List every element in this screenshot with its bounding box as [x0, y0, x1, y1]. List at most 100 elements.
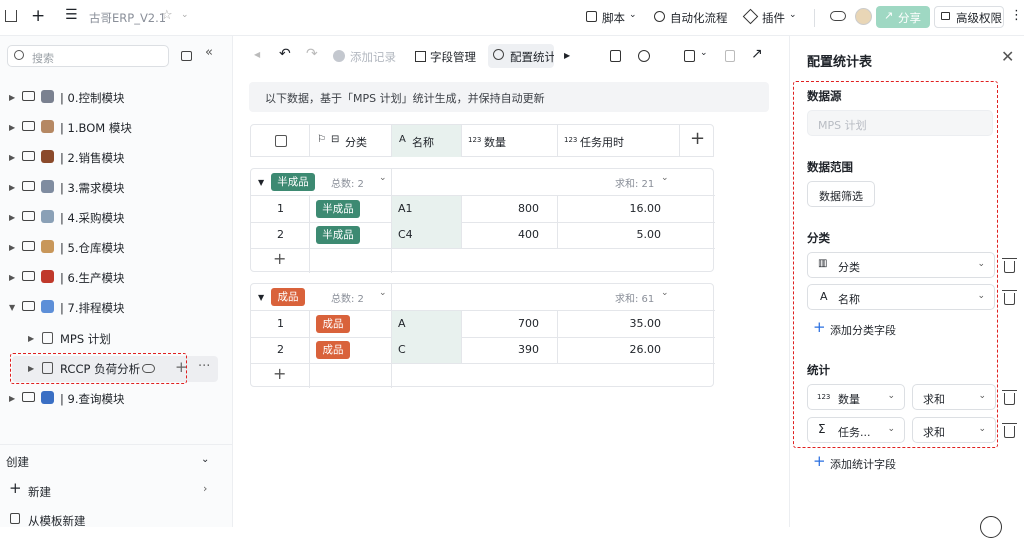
aggregation-select[interactable]: 求和 ⌄ [912, 417, 996, 443]
chevron-down-icon[interactable]: ⌄ [379, 173, 387, 183]
automation-button[interactable]: 自动化流程 [670, 10, 728, 26]
chevron-down-icon[interactable]: ⌄ [379, 288, 387, 298]
sidebar-item[interactable]: ▶ | 9.查询模块 [0, 386, 233, 412]
close-icon[interactable]: ✕ [1001, 47, 1014, 66]
task-time-cell[interactable]: 35.00 [630, 317, 662, 330]
caret-right-icon[interactable]: ▶ [9, 273, 15, 282]
export-icon[interactable] [684, 50, 695, 62]
script-menu[interactable]: 脚本 [602, 10, 625, 26]
group-field-select[interactable]: A 名称 ⌄ [807, 284, 995, 310]
chevron-down-icon[interactable]: ⌄ [661, 173, 669, 183]
category-tag[interactable]: 半成品 [316, 226, 360, 244]
scroll-left-icon[interactable]: ◀ [254, 50, 260, 59]
sidebar-subitem-mps[interactable]: ▶ MPS 计划 [0, 326, 233, 352]
name-cell[interactable]: A [398, 317, 406, 330]
task-time-cell[interactable]: 5.00 [637, 228, 662, 241]
config-panel: 配置统计表 ✕ 数据源 MPS 计划 数据范围 数据筛选 分类 ▥ 分类 ⌄ A… [789, 36, 1024, 538]
add-stat-field-button[interactable]: 添加统计字段 [830, 456, 896, 472]
more-icon[interactable]: ⋮ [1010, 8, 1023, 23]
collapse-panel-icon[interactable] [181, 51, 192, 61]
new-button[interactable]: 新建 [28, 484, 51, 500]
add-icon[interactable]: + [31, 6, 45, 26]
add-row-icon[interactable]: + [273, 364, 286, 383]
quantity-cell[interactable]: 400 [518, 228, 539, 241]
category-tag[interactable]: 成品 [316, 315, 350, 333]
chevron-down-icon[interactable]: ⌄ [181, 10, 189, 20]
caret-right-icon[interactable]: ▶ [9, 123, 15, 132]
name-cell[interactable]: C4 [398, 228, 413, 241]
chevron-down-icon[interactable]: ⌄ [700, 48, 708, 58]
caret-down-icon[interactable]: ▼ [258, 178, 264, 187]
more-icon[interactable]: ··· [198, 359, 210, 374]
cloud-icon[interactable] [830, 11, 846, 21]
sidebar-item[interactable]: ▶ | 6.生产模块 [0, 265, 233, 291]
chevron-right-icon[interactable]: › [203, 482, 207, 495]
collapse-sidebar-icon[interactable]: « [205, 45, 213, 60]
chevron-down-icon[interactable]: ⌄ [661, 288, 669, 298]
sidebar-item[interactable]: ▶ | 4.采购模块 [0, 205, 233, 231]
plugins-menu[interactable]: 插件 [762, 10, 785, 26]
sidebar-item[interactable]: ▼ | 7.排程模块 [0, 295, 233, 321]
chevron-down-icon[interactable]: ⌄ [201, 454, 209, 465]
quantity-cell[interactable]: 800 [518, 202, 539, 215]
sidebar-item[interactable]: ▶ | 2.销售模块 [0, 145, 233, 171]
search-input[interactable]: 搜索 [7, 45, 169, 67]
sidebar-item[interactable]: ▶ | 0.控制模块 [0, 85, 233, 111]
caret-right-icon[interactable]: ▶ [9, 394, 15, 403]
header-quantity[interactable]: 数量 [484, 134, 506, 150]
task-time-cell[interactable]: 26.00 [630, 343, 662, 356]
share-out-icon[interactable]: ↗ [751, 46, 763, 62]
header-category[interactable]: 分类 [345, 134, 367, 150]
table-header: ⚐ ⊟ 分类 A 名称 123 数量 123 任务用时 + [250, 124, 714, 157]
add-record-button[interactable]: 添加记录 [350, 49, 396, 65]
add-row-icon[interactable]: + [273, 249, 286, 268]
redo-icon[interactable]: ↷ [306, 46, 318, 62]
add-field-icon[interactable]: + [690, 128, 705, 149]
field-manage-button[interactable]: 字段管理 [430, 49, 476, 65]
caret-down-icon[interactable]: ▼ [9, 303, 15, 312]
header-task-time[interactable]: 任务用时 [580, 134, 624, 150]
category-tag[interactable]: 半成品 [316, 200, 360, 218]
source-select: MPS 计划 [807, 110, 993, 136]
name-cell[interactable]: C [398, 343, 406, 356]
home-icon[interactable] [5, 10, 17, 22]
header-name[interactable]: 名称 [412, 134, 434, 150]
config-stats-button[interactable]: 配置统计 [488, 44, 554, 68]
menu-icon[interactable]: ☰ [65, 7, 78, 23]
category-tag[interactable]: 成品 [316, 341, 350, 359]
clipboard-icon[interactable] [725, 50, 735, 62]
aggregation-select[interactable]: 求和 ⌄ [912, 384, 996, 410]
gear-icon [41, 90, 54, 103]
quantity-cell[interactable]: 390 [518, 343, 539, 356]
sidebar-item[interactable]: ▶ | 1.BOM 模块 [0, 115, 233, 141]
stat-field-select[interactable]: 123 数量 ⌄ [807, 384, 905, 410]
help-icon[interactable] [980, 516, 1002, 538]
trash-icon[interactable] [1002, 423, 1017, 438]
stat-field-select[interactable]: Σ 任务... ⌄ [807, 417, 905, 443]
group-field-select[interactable]: ▥ 分类 ⌄ [807, 252, 995, 278]
caret-right-icon[interactable]: ▶ [9, 243, 15, 252]
add-group-field-button[interactable]: 添加分类字段 [830, 322, 896, 338]
scroll-right-icon[interactable]: ▶ [564, 51, 570, 60]
caret-right-icon[interactable]: ▶ [9, 213, 15, 222]
name-cell[interactable]: A1 [398, 202, 413, 215]
columns-icon[interactable] [610, 50, 621, 62]
caret-right-icon[interactable]: ▶ [9, 153, 15, 162]
select-all-checkbox[interactable] [275, 135, 287, 147]
history-icon[interactable] [638, 50, 650, 62]
sidebar-item[interactable]: ▶ | 3.需求模块 [0, 175, 233, 201]
star-icon[interactable]: ☆ [161, 8, 173, 23]
quantity-cell[interactable]: 700 [518, 317, 539, 330]
trash-icon[interactable] [1002, 390, 1017, 405]
trash-icon[interactable] [1002, 258, 1017, 273]
sidebar-item[interactable]: ▶ | 5.仓库模块 [0, 235, 233, 261]
data-filter-button[interactable]: 数据筛选 [807, 181, 875, 207]
caret-right-icon[interactable]: ▶ [9, 183, 15, 192]
undo-icon[interactable]: ↶ [279, 46, 291, 62]
task-time-cell[interactable]: 16.00 [630, 202, 662, 215]
caret-right-icon[interactable]: ▶ [9, 93, 15, 102]
stat-field-label: 数量 [838, 393, 860, 406]
avatar[interactable] [855, 8, 872, 25]
caret-down-icon[interactable]: ▼ [258, 293, 264, 302]
trash-icon[interactable] [1002, 290, 1017, 305]
